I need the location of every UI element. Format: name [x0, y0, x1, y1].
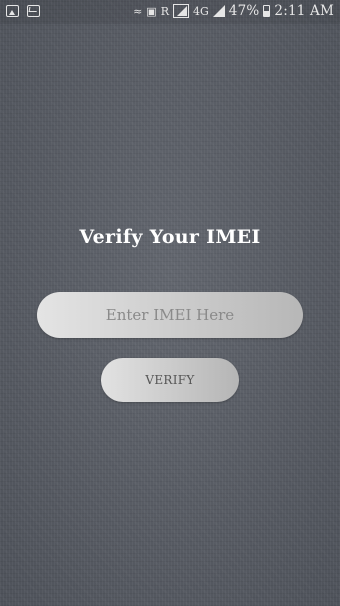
image-icon [6, 5, 19, 17]
signal-icon [212, 5, 225, 17]
battery-icon [263, 5, 271, 17]
notification-area [6, 5, 40, 17]
status-bar: ≈ ▣ R 4G 47% 2:11 AM [0, 0, 340, 24]
signal-strength-icon [173, 4, 189, 18]
roaming-indicator: R [160, 4, 169, 18]
system-status: ≈ ▣ R 4G 47% 2:11 AM [133, 3, 334, 19]
clock: 2:11 AM [274, 3, 334, 19]
nfc-icon: ▣ [146, 4, 157, 18]
verify-button[interactable]: VERIFY [101, 358, 239, 402]
battery-percent: 47% [228, 3, 260, 19]
wifi-icon: ≈ [133, 4, 143, 18]
network-type-indicator: 4G [193, 4, 209, 18]
mail-icon [27, 5, 40, 17]
imei-input[interactable] [37, 292, 303, 338]
page-title: Verify Your IMEI [79, 226, 261, 248]
